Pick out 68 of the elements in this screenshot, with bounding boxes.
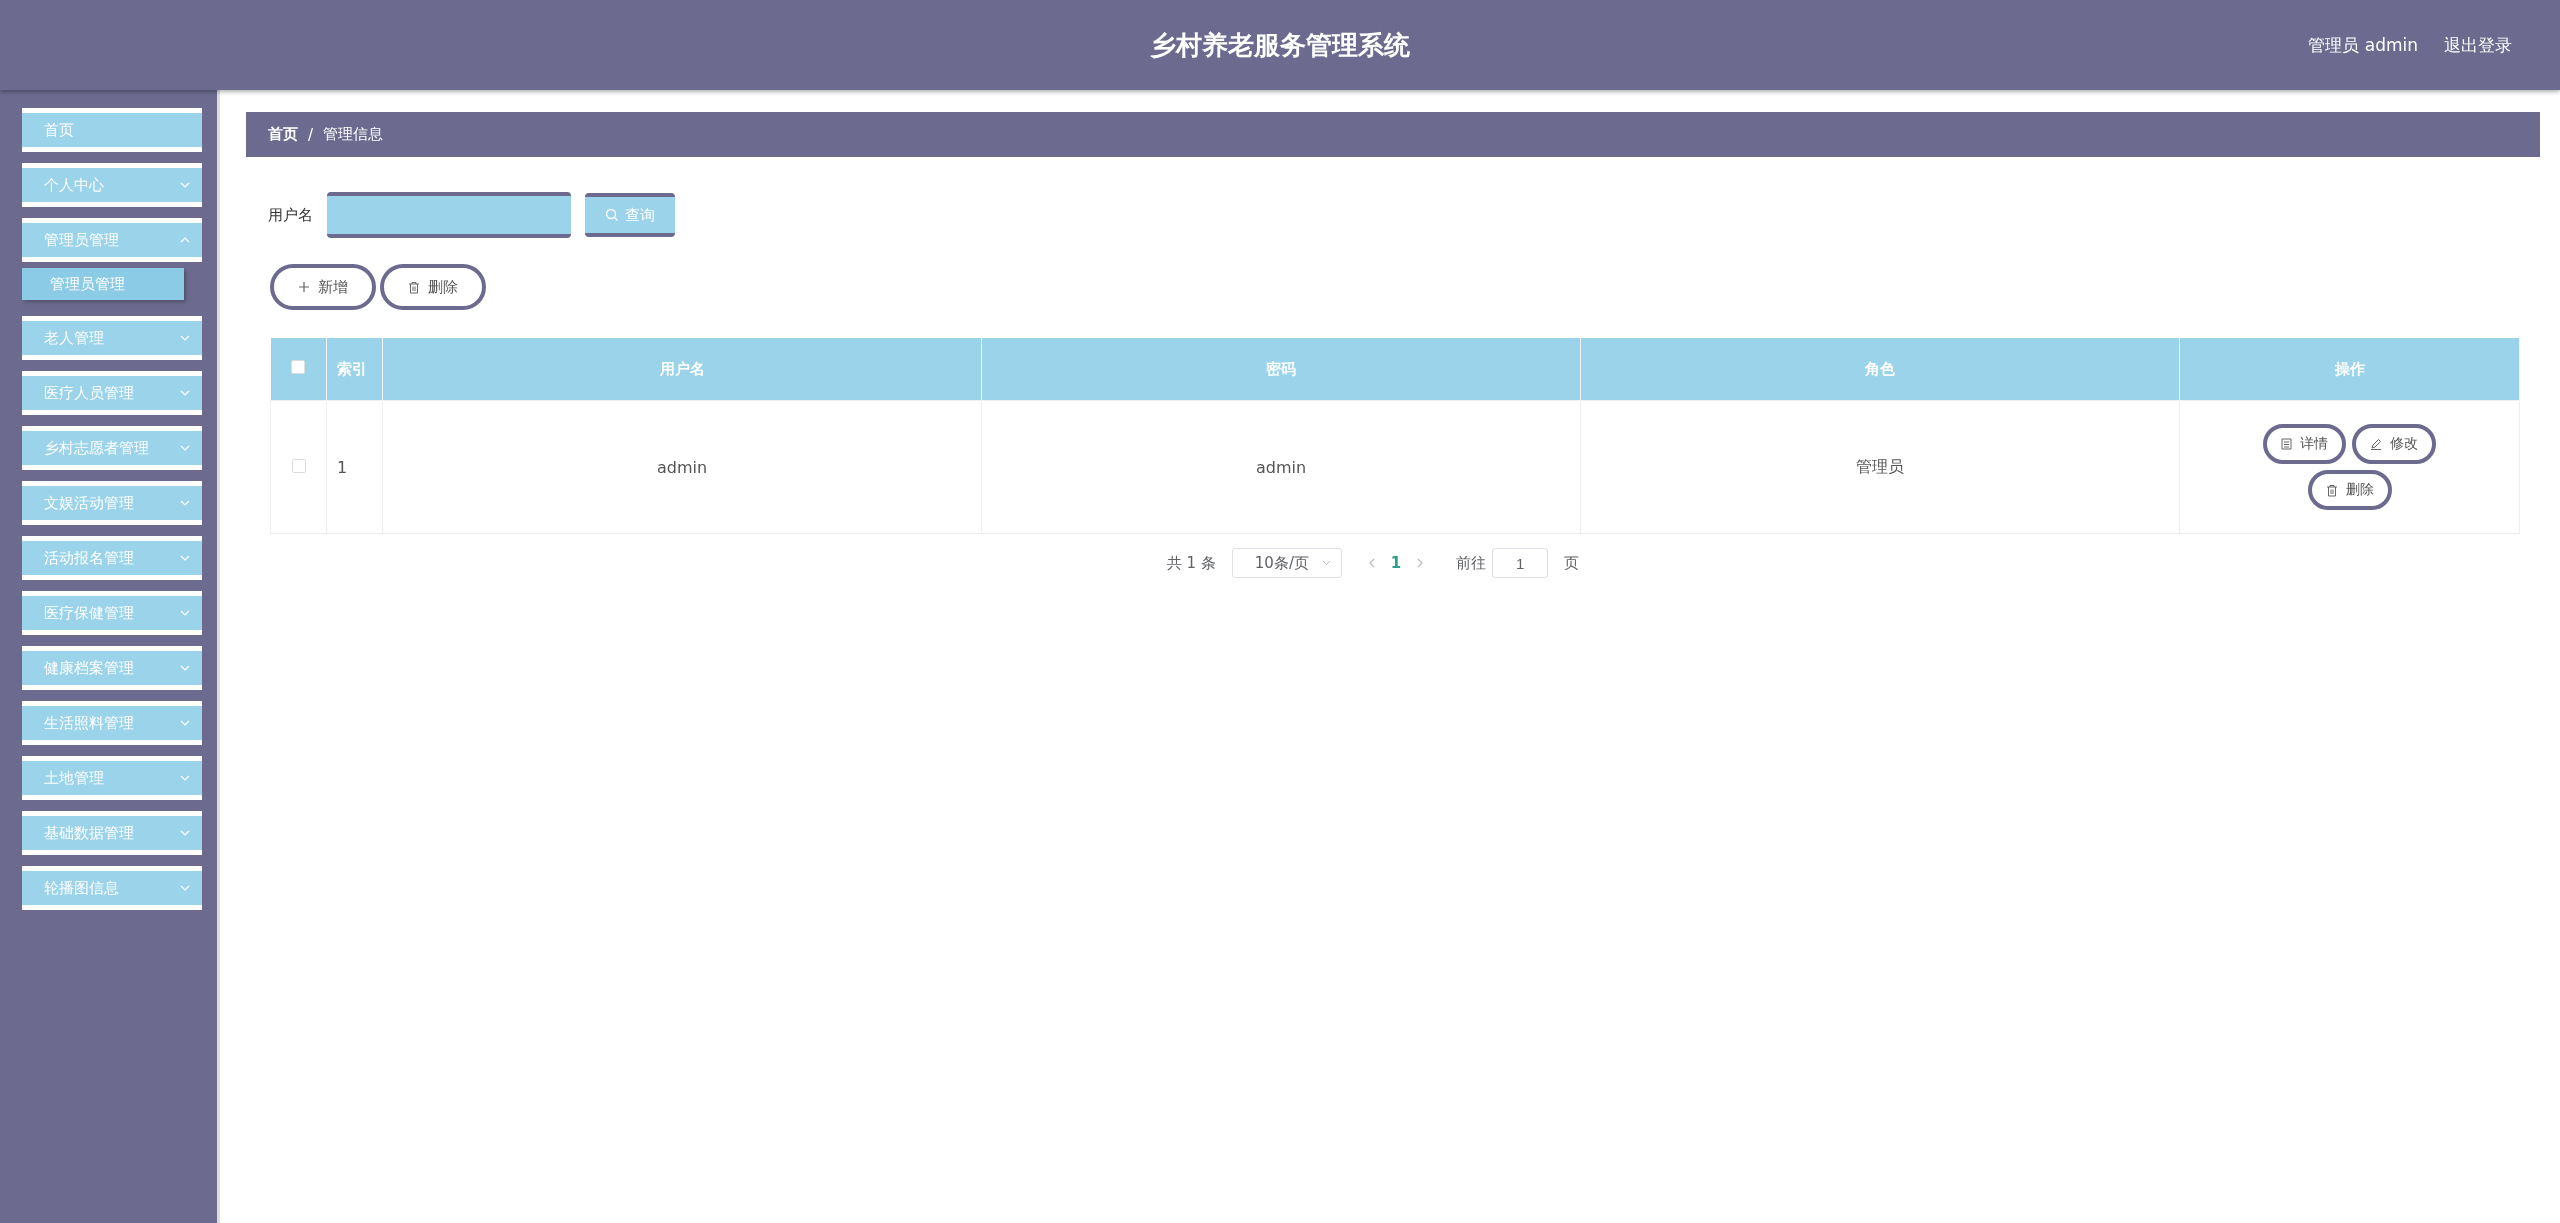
delete-button[interactable]: 删除 [380,264,486,310]
trash-icon [2325,483,2338,497]
total-count: 共 1 条 [1166,553,1216,573]
menu-item[interactable]: 老人管理 [22,316,202,360]
column-header[interactable]: 用户名 [659,359,705,378]
chevron-icon [180,390,190,396]
column-header[interactable]: 索引 [337,359,367,378]
next-page-icon[interactable] [1417,558,1425,568]
chevron-icon [180,182,190,188]
detail-button[interactable]: 详情 [2263,424,2346,464]
menu-item[interactable]: 生活照料管理 [22,701,202,745]
chevron-icon [180,830,190,836]
menu-item[interactable]: 活动报名管理 [22,536,202,580]
menu-item[interactable]: 土地管理 [22,756,202,800]
chevron-icon [180,555,190,561]
app-title: 乡村养老服务管理系统 [1150,28,1410,62]
table-cell: admin [656,457,708,477]
breadcrumb-item[interactable]: 管理信息 [323,125,384,144]
breadcrumb-item[interactable]: 首页 [268,125,298,144]
table-cell: 1 [337,457,348,477]
search-button[interactable]: 查询 [585,193,675,237]
edit-button[interactable]: 修改 [2352,424,2436,464]
chevron-icon [1321,560,1331,566]
chevron-icon [180,335,190,341]
page-input[interactable]: 1 [1492,548,1549,578]
goto-label: 前往 [1456,553,1487,573]
menu-item[interactable]: 文娱活动管理 [22,481,202,525]
menu-item[interactable]: 首页 [22,108,202,152]
chevron-icon [180,445,190,451]
menu-item[interactable]: 乡村志愿者管理 [22,426,202,470]
menu-item[interactable]: 个人中心 [22,163,202,207]
select-all-checkbox[interactable] [291,360,306,374]
menu-item[interactable]: 管理员管理 [22,218,202,262]
menu-item[interactable]: 基础数据管理 [22,811,202,855]
user-label: 管理员 admin [2308,33,2418,57]
logout-link[interactable]: 退出登录 [2444,33,2512,57]
column-header[interactable]: 角色 [1865,359,1895,378]
chevron-icon [180,885,190,891]
menu-item[interactable]: 轮播图信息 [22,866,202,910]
chevron-icon [180,610,190,616]
chevron-icon [180,720,190,726]
column-header[interactable]: 密码 [1266,359,1296,378]
column-header[interactable]: 操作 [2334,359,2365,378]
chevron-icon [180,665,190,671]
plus-icon [298,281,310,293]
page-size-select[interactable]: 10条/页 [1231,548,1342,578]
submenu-item[interactable]: 管理员管理 [22,268,184,300]
delete-button[interactable]: 删除 [2307,470,2392,510]
menu-item[interactable]: 医疗保健管理 [22,591,202,635]
search-icon [605,208,619,222]
menu-item[interactable]: 医疗人员管理 [22,371,202,415]
field-label: 用户名 [268,205,313,225]
chevron-icon [180,237,190,243]
table-cell: admin [1255,457,1307,477]
trash-icon [408,280,420,294]
page-unit-label: 页 [1564,553,1580,573]
username-input[interactable] [327,192,571,238]
row-checkbox[interactable] [291,458,306,473]
add-button[interactable]: 新增 [270,264,376,310]
page-number[interactable]: 1 [1390,554,1402,572]
pencil-icon [2370,438,2382,450]
previous-page-icon[interactable] [1367,558,1375,568]
table-cell: 管理员 [1856,456,1904,476]
chevron-icon [180,500,190,506]
document-icon [2281,438,2292,450]
menu-item[interactable]: 健康档案管理 [22,646,202,690]
chevron-icon [180,775,190,781]
breadcrumb-separator: / [308,125,314,144]
